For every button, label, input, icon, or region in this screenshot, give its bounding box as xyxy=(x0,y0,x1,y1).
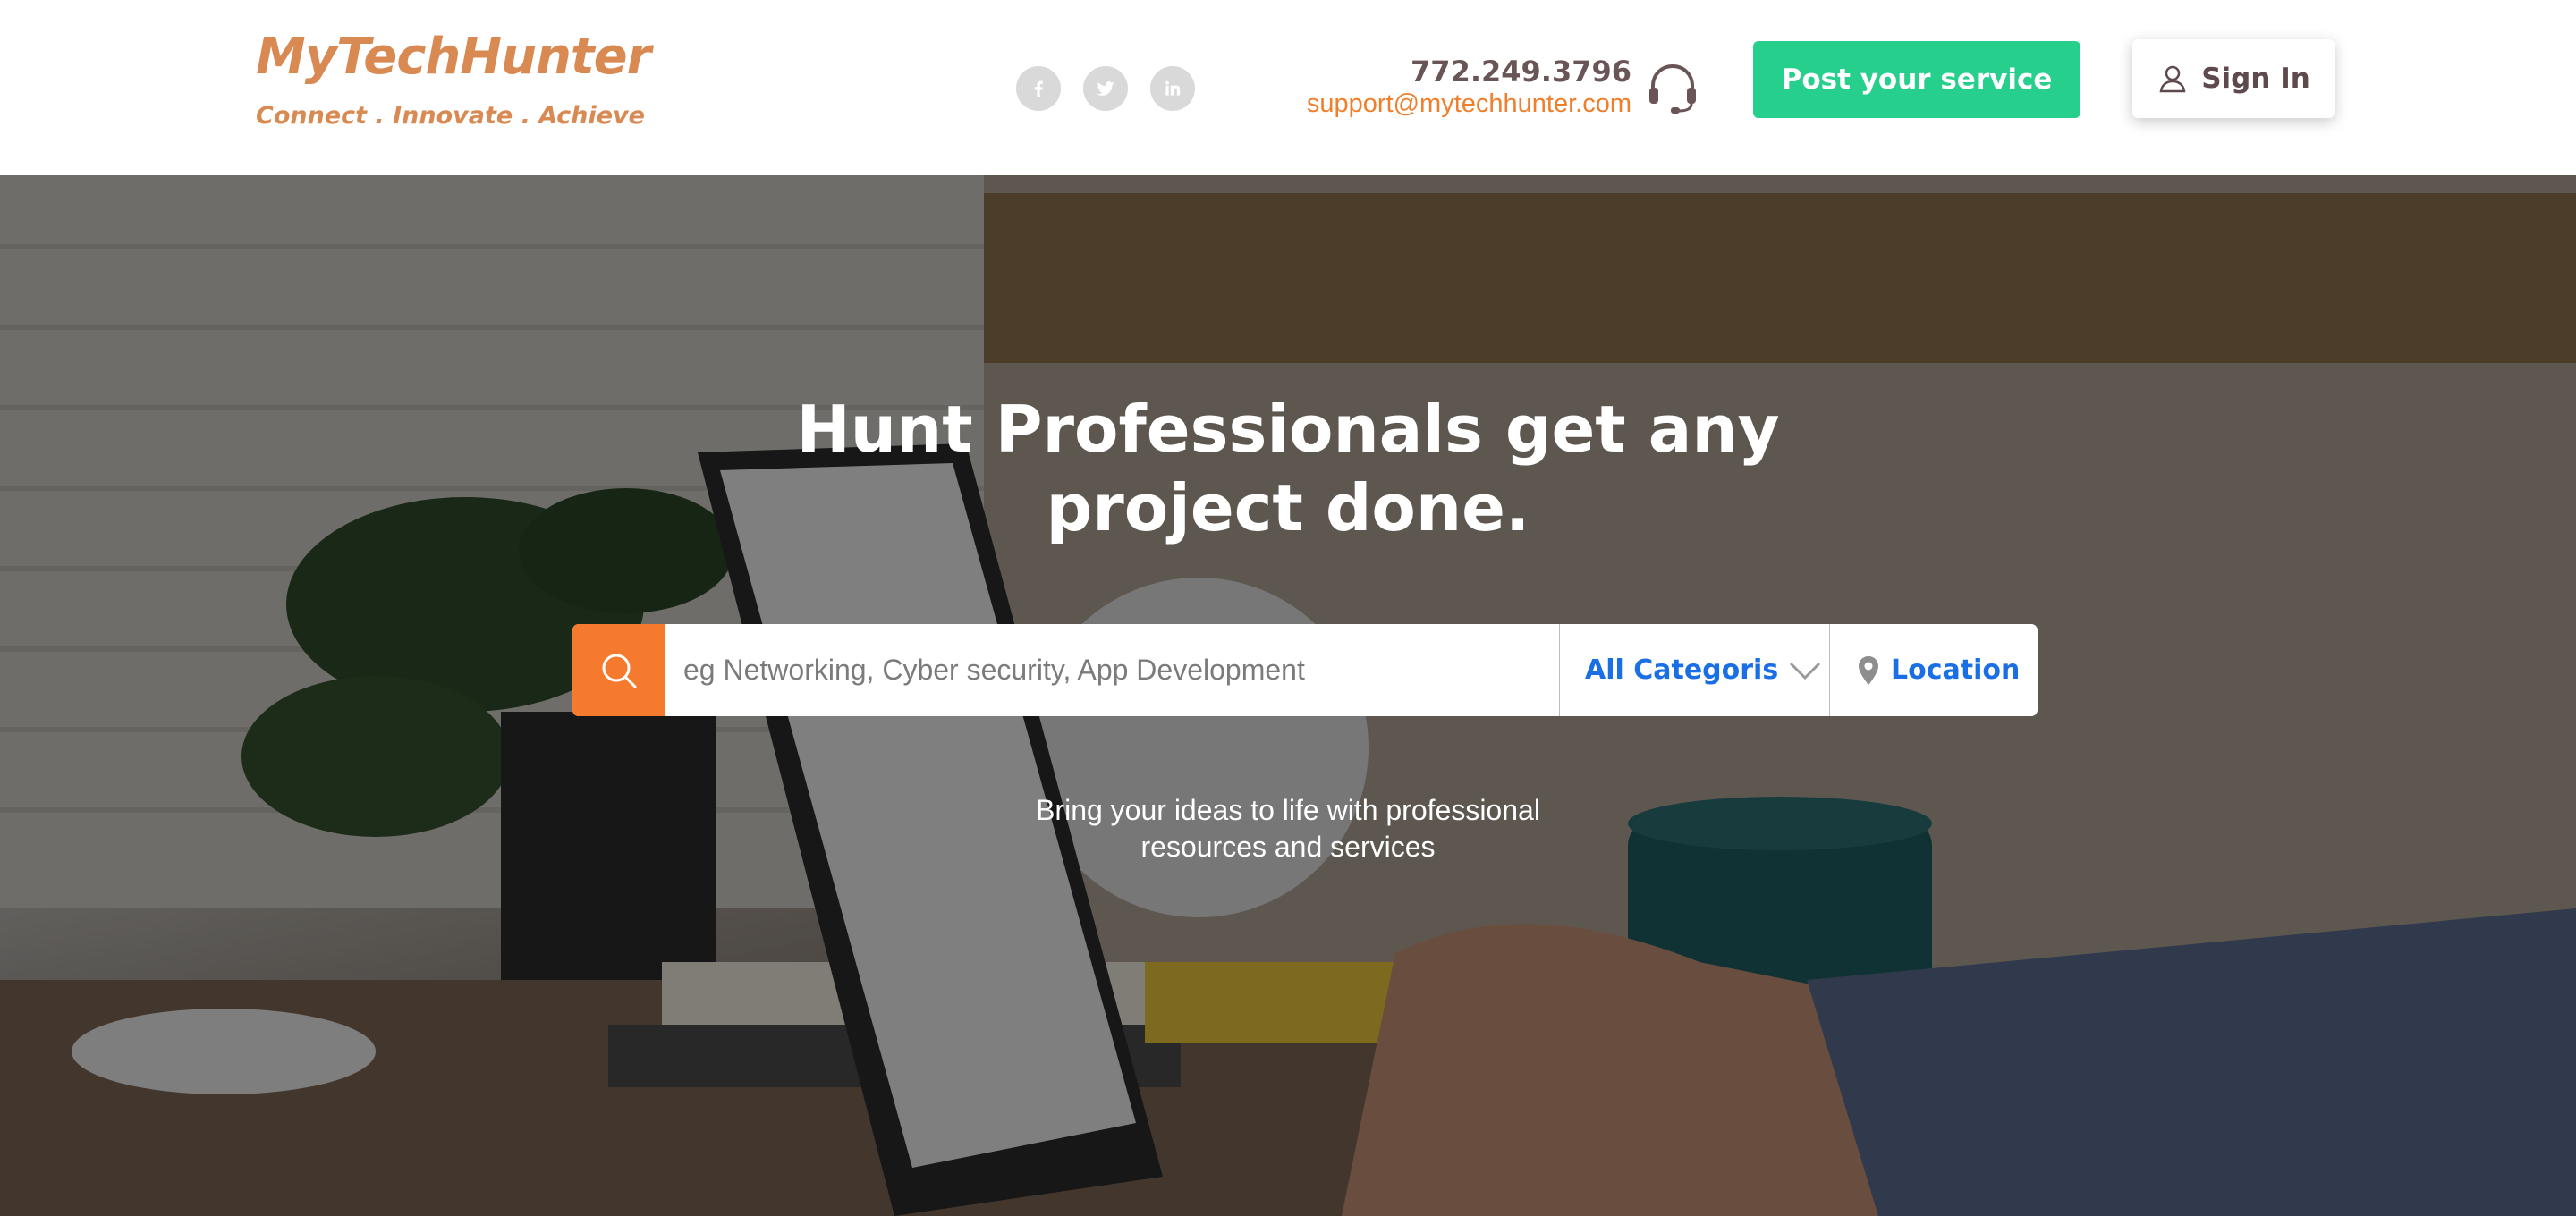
hero-subtitle: Bring your ideas to life with profession… xyxy=(930,792,1646,866)
post-service-button[interactable]: Post your service xyxy=(1753,41,2080,118)
brand-logo[interactable]: MyTechHunter Connect . Innovate . Achiev… xyxy=(256,28,651,131)
category-select[interactable]: All Categoris xyxy=(1559,624,1829,716)
hero-title-line-2: project done. xyxy=(1046,470,1530,545)
hero-subtitle-line-1: Bring your ideas to life with profession… xyxy=(1036,794,1540,826)
brand-name: MyTechHunter xyxy=(256,28,651,86)
chevron-down-icon xyxy=(1790,662,1821,680)
hero-subtitle-line-2: resources and services xyxy=(1140,831,1436,863)
search-button[interactable] xyxy=(572,624,665,716)
hero-title-line-1: Hunt Professionals get any xyxy=(796,392,1780,467)
user-icon xyxy=(2159,65,2186,93)
sign-in-label: Sign In xyxy=(2201,63,2310,95)
contact-info: 772.249.3796 support@mytechhunter.com xyxy=(1307,55,1631,120)
social-links xyxy=(1016,66,1195,111)
support-email[interactable]: support@mytechhunter.com xyxy=(1307,89,1631,120)
phone-number[interactable]: 772.249.3796 xyxy=(1307,55,1631,89)
search-icon xyxy=(602,654,637,688)
category-select-label: All Categoris xyxy=(1585,654,1779,686)
linkedin-icon[interactable] xyxy=(1150,66,1195,111)
twitter-icon[interactable] xyxy=(1083,66,1128,111)
site-header: MyTechHunter Connect . Innovate . Achiev… xyxy=(0,0,2576,175)
location-field[interactable]: Location xyxy=(1829,624,2038,716)
location-label: Location xyxy=(1891,654,2021,686)
hero-section: Hunt Professionals get any project done.… xyxy=(0,175,2576,1216)
search-bar: All Categoris Location xyxy=(572,624,2038,716)
hero-title: Hunt Professionals get any project done. xyxy=(751,390,1825,547)
sign-in-button[interactable]: Sign In xyxy=(2132,39,2334,118)
facebook-icon[interactable] xyxy=(1016,66,1061,111)
headset-icon xyxy=(1649,63,1696,114)
brand-tagline: Connect . Innovate . Achieve xyxy=(256,102,645,130)
map-pin-icon xyxy=(1859,655,1878,685)
search-input[interactable] xyxy=(665,624,1559,716)
